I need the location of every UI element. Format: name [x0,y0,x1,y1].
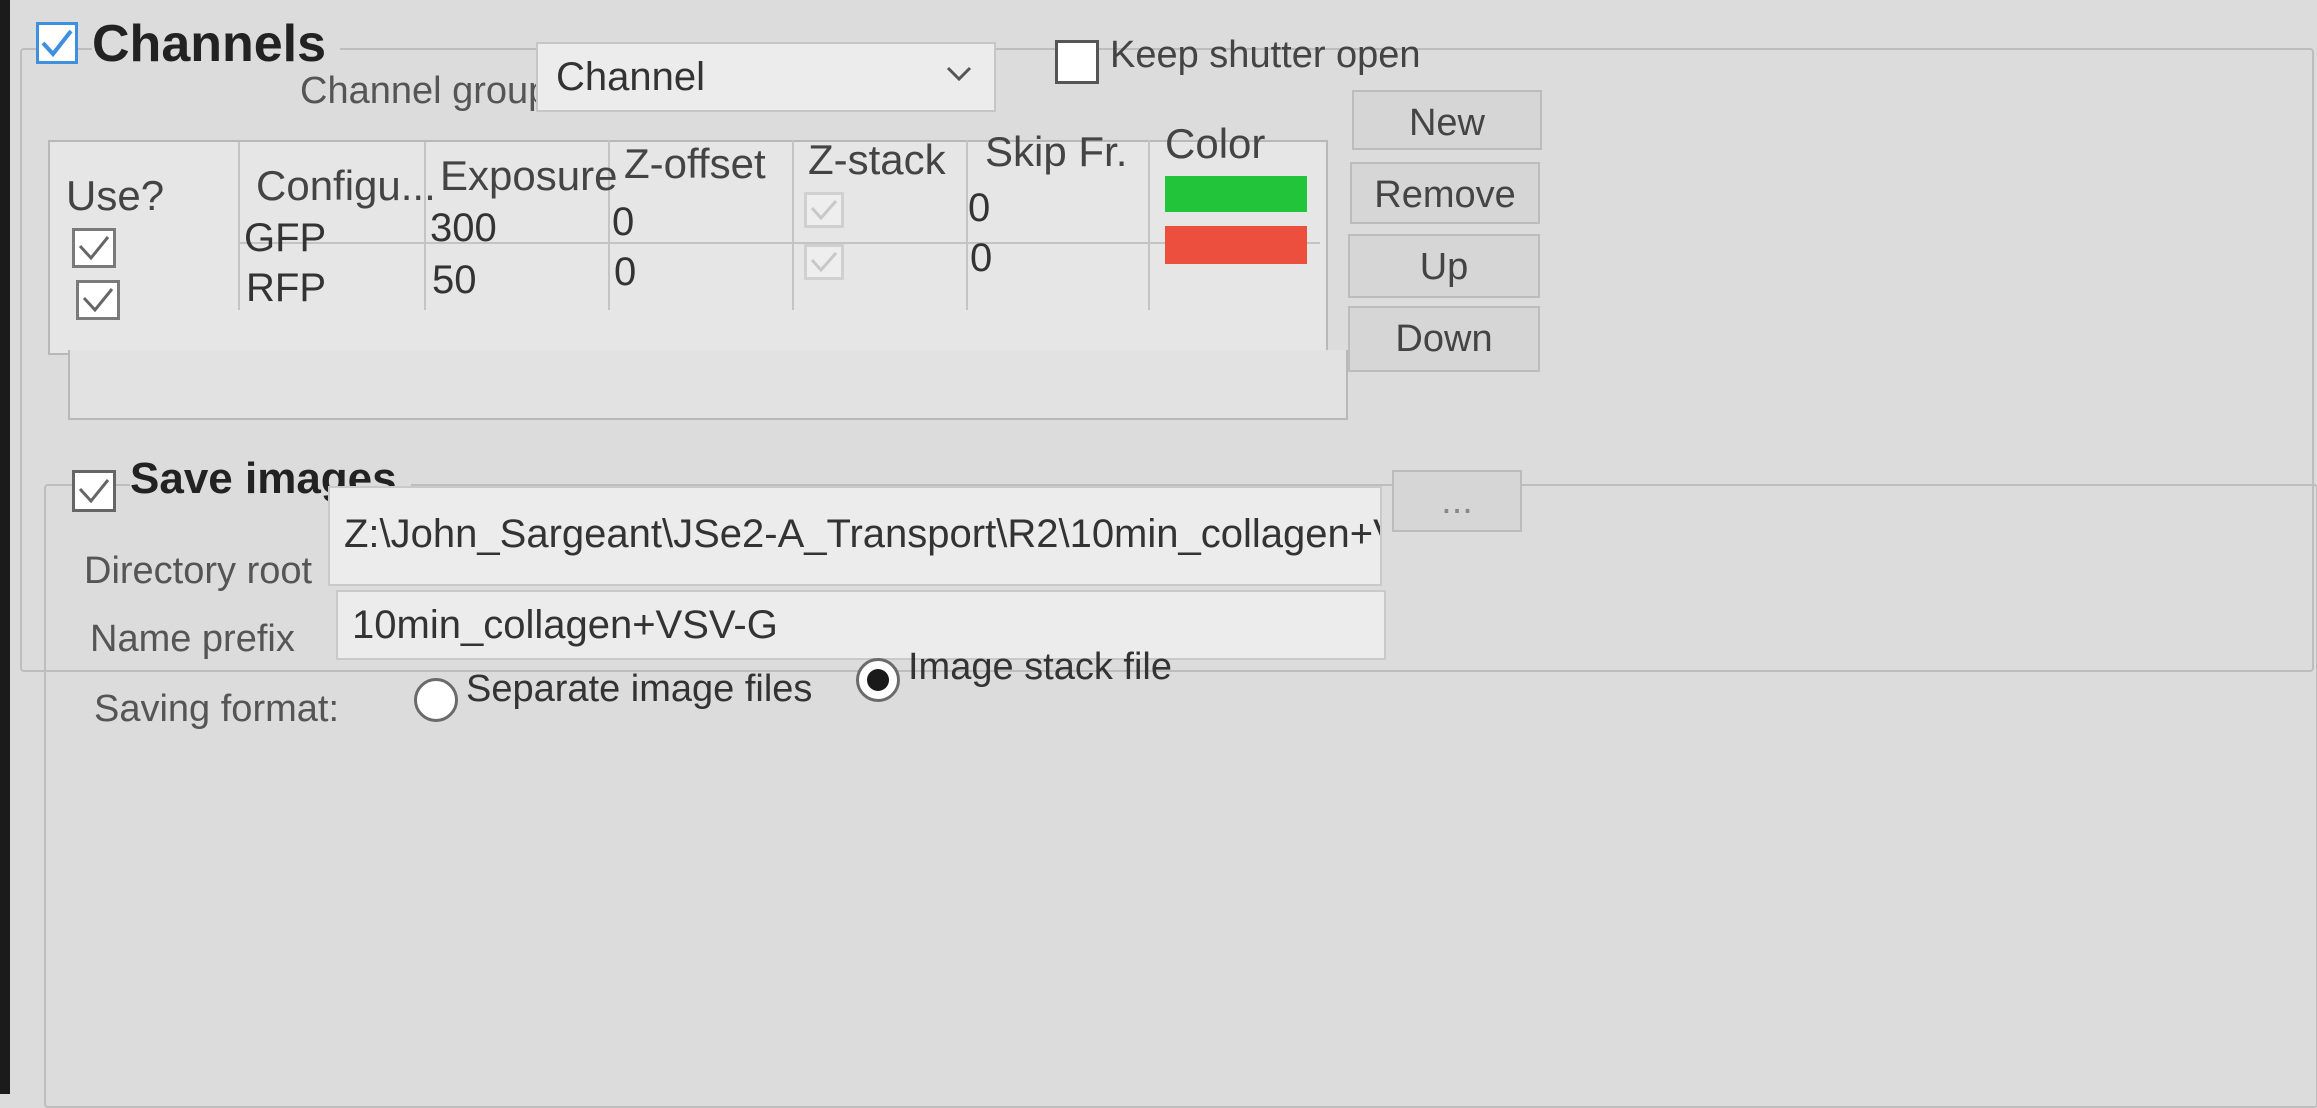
channel-group-select[interactable]: Channel [536,42,996,112]
window-edge [0,0,10,1094]
separate-image-files-label: Separate image files [466,668,813,710]
header-color: Color [1165,120,1266,167]
move-channel-up-button[interactable]: Up [1348,234,1540,298]
browse-directory-button[interactable]: ... [1392,470,1522,532]
radio-selected-dot [867,669,889,691]
row-divider [240,242,1320,244]
row-rfp-exposure[interactable]: 50 [432,258,477,303]
header-skip-frames: Skip Fr. [985,128,1128,175]
checkmark-icon [78,236,110,261]
header-use: Use? [66,172,165,219]
checkmark-icon [82,288,114,313]
directory-root-input[interactable]: Z:\John_Sargeant\JSe2-A_Transport\R2\10m… [328,486,1382,586]
keep-shutter-open-label: Keep shutter open [1110,34,1421,76]
row-gfp-color-swatch[interactable] [1165,176,1307,212]
checkmark-icon [810,200,838,221]
channels-table-bottom-panel [68,350,1348,420]
row-gfp-configuration[interactable]: GFP [244,216,326,261]
row-rfp-configuration[interactable]: RFP [246,266,326,311]
header-configuration: Configu... [256,162,436,209]
saving-format-label: Saving format: [94,688,339,730]
row-gfp-use-checkbox[interactable] [72,228,116,268]
row-rfp-skip-frames[interactable]: 0 [970,236,992,281]
image-stack-file-radio[interactable] [856,658,900,702]
row-gfp-skip-frames[interactable]: 0 [968,186,990,231]
name-prefix-label: Name prefix [90,618,295,660]
row-gfp-exposure[interactable]: 300 [430,206,497,251]
move-channel-down-button[interactable]: Down [1348,306,1540,372]
keep-shutter-open-checkbox[interactable] [1055,40,1099,84]
separate-image-files-radio[interactable] [414,678,458,722]
row-gfp-z-stack-checkbox[interactable] [804,192,844,228]
checkmark-icon [78,479,110,504]
remove-channel-button[interactable]: Remove [1350,162,1540,224]
save-images-checkbox[interactable] [72,470,116,512]
checkmark-icon [810,252,838,273]
header-exposure: Exposure [440,152,618,199]
channels-title: Channels [92,14,341,74]
directory-root-label: Directory root [84,550,313,592]
chevron-down-icon [946,66,972,82]
row-rfp-z-stack-checkbox[interactable] [804,244,844,280]
channels-enable-checkbox[interactable] [36,22,78,64]
header-z-stack: Z-stack [808,136,946,183]
name-prefix-input[interactable]: 10min_collagen+VSV-G [336,590,1386,660]
row-rfp-color-swatch[interactable] [1165,226,1307,264]
image-stack-file-label: Image stack file [908,646,1172,688]
row-rfp-z-offset[interactable]: 0 [614,250,636,295]
col-divider [238,142,240,310]
channel-group-label: Channel group: [300,70,560,112]
row-rfp-use-checkbox[interactable] [76,280,120,320]
checkmark-icon [41,29,73,58]
header-z-offset: Z-offset [624,140,766,187]
row-gfp-z-offset[interactable]: 0 [612,200,634,245]
col-divider [792,140,794,310]
channel-group-value: Channel [556,54,706,99]
col-divider [1148,140,1150,310]
new-channel-button[interactable]: New [1352,90,1542,150]
